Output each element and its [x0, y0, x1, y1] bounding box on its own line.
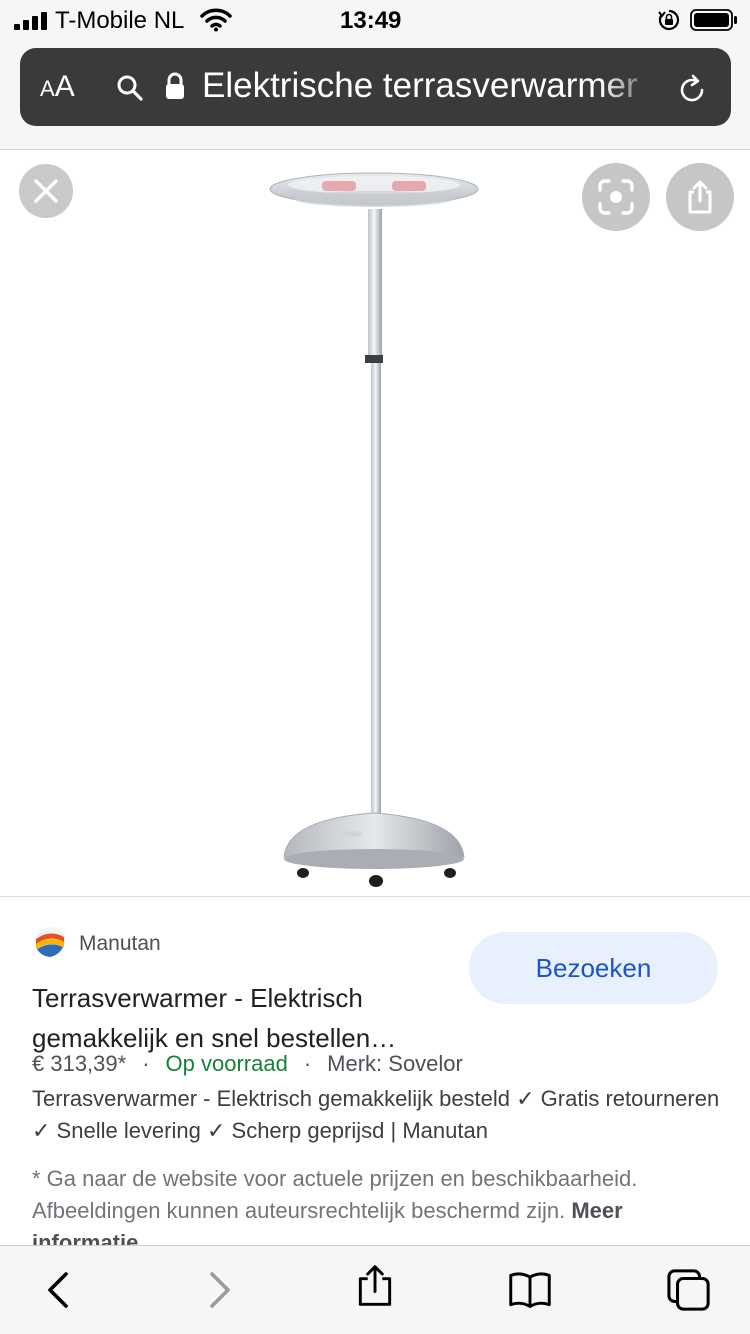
source-name[interactable]: Manutan — [79, 932, 161, 956]
share-icon[interactable] — [353, 1264, 397, 1308]
brand: Merk: Sovelor — [327, 1051, 463, 1076]
close-icon — [34, 179, 58, 203]
status-bar: T-Mobile NL 13:49 — [0, 0, 750, 42]
image-preview — [0, 151, 750, 897]
separator: · — [142, 1051, 150, 1076]
result-description: Terrasverwarmer - Elektrisch gemakkelijk… — [32, 1086, 720, 1143]
url-fade — [600, 48, 660, 126]
price: € 313,39* — [32, 1051, 127, 1076]
result-title[interactable]: Terrasverwarmer - Elektrisch gemakkelijk… — [32, 978, 462, 1058]
rotation-lock-icon — [658, 9, 680, 31]
separator: · — [303, 1051, 312, 1076]
forward-icon[interactable] — [196, 1268, 240, 1312]
wifi-icon — [200, 8, 232, 32]
address-bar[interactable]: AA Elektrische terrasverwarmer — [20, 48, 731, 126]
carrier-name: T-Mobile NL — [55, 7, 185, 34]
product-meta: € 313,39* · Op voorraad · Merk: Sovelor — [32, 1051, 463, 1077]
manutan-logo-icon — [35, 927, 65, 957]
clock: 13:49 — [340, 7, 402, 34]
share-button[interactable] — [666, 163, 734, 231]
lens-icon — [598, 179, 634, 215]
url-text[interactable]: Elektrische terrasverwarmer — [202, 66, 654, 106]
reload-icon[interactable] — [676, 74, 708, 106]
disclaimer: * Ga naar de website voor actuele prijze… — [32, 1163, 712, 1245]
battery-icon — [690, 9, 737, 31]
back-icon[interactable] — [38, 1268, 82, 1312]
close-button[interactable] — [19, 164, 73, 218]
stock-status: Op voorraad — [165, 1051, 288, 1076]
text-size-button[interactable]: AA — [40, 70, 75, 104]
bookmarks-icon[interactable] — [508, 1268, 552, 1312]
disclaimer-text: * Ga naar de website voor actuele prijze… — [32, 1166, 638, 1223]
patio-heater-image — [269, 172, 479, 887]
browser-address-area: AA Elektrische terrasverwarmer — [0, 42, 750, 150]
share-icon — [688, 180, 712, 214]
tabs-icon[interactable] — [667, 1268, 711, 1312]
search-icon — [117, 75, 143, 101]
lens-button[interactable] — [582, 163, 650, 231]
lock-icon — [166, 72, 184, 99]
visit-button[interactable]: Bezoeken — [469, 932, 718, 1004]
browser-toolbar — [0, 1245, 750, 1334]
result-card: Manutan Bezoeken Terrasverwarmer - Elekt… — [0, 898, 750, 1245]
signal-icon — [14, 12, 47, 30]
